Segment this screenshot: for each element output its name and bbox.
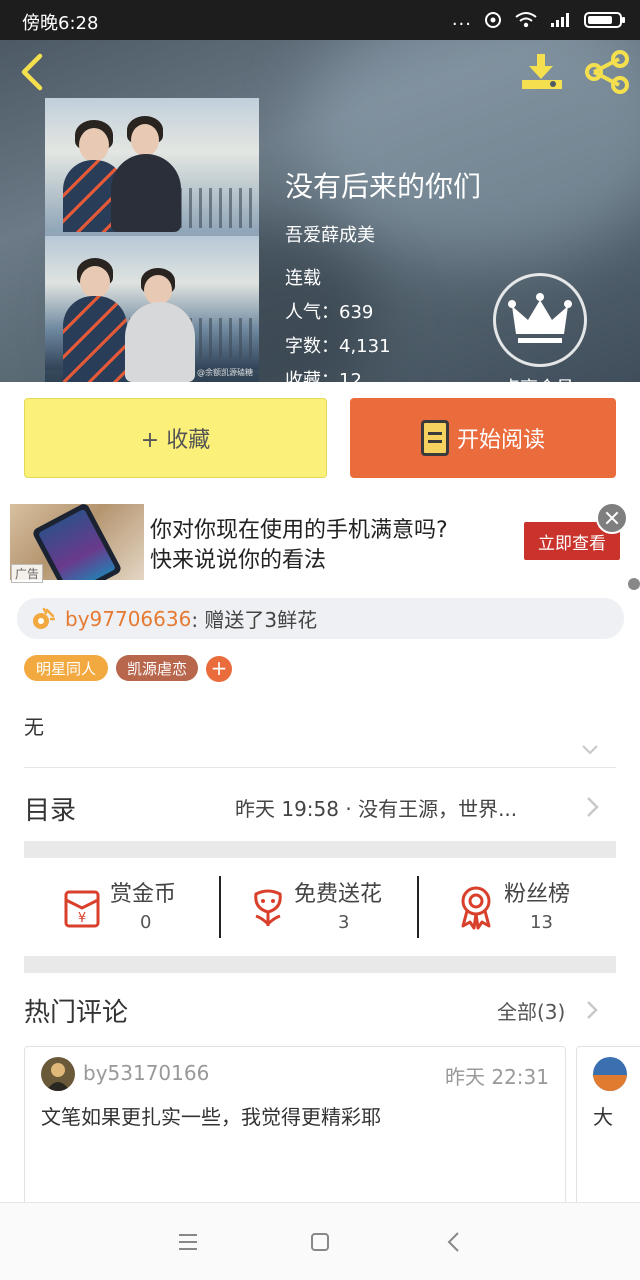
book-word-count: 字数：4,131 <box>285 336 391 357</box>
comment-card[interactable]: 大 <box>576 1046 640 1216</box>
start-reading-button[interactable]: 开始阅读 <box>350 398 616 478</box>
back-icon[interactable] <box>438 1225 472 1259</box>
favorite-label: + 收藏 <box>140 428 211 453</box>
gift-notice: by97706636 : 赠送了3鲜花 <box>17 598 624 639</box>
cover-watermark: @余额凯源磕糖 <box>197 368 253 377</box>
gift-message: : 赠送了3鲜花 <box>191 608 318 632</box>
stat-value: 0 <box>140 912 152 933</box>
book-icon <box>420 420 449 456</box>
ad-info-icon[interactable] <box>628 578 640 590</box>
book-favorites: 收藏：12 <box>285 370 362 382</box>
battery-icon <box>584 11 625 28</box>
wifi-icon <box>515 11 537 27</box>
svg-text:¥: ¥ <box>78 911 86 926</box>
comments-title: 热门评论 <box>24 998 129 1028</box>
share-icon[interactable] <box>584 50 630 94</box>
divider <box>24 767 616 768</box>
start-reading-label: 开始阅读 <box>456 428 545 453</box>
section-separator <box>24 956 616 973</box>
stat-label: 免费送花 <box>294 882 383 907</box>
status-icons: ... <box>451 9 625 30</box>
comment-user[interactable]: by53170166 <box>83 1061 209 1085</box>
status-bar: 傍晚6:28 ... <box>0 0 640 40</box>
flower-icon <box>254 889 282 927</box>
tag-chip[interactable]: 明星同人 <box>24 655 108 681</box>
send-flowers-button[interactable]: 免费送花 3 <box>248 876 408 938</box>
close-icon[interactable] <box>596 502 628 534</box>
comment-text: 文笔如果更扎实一些，我觉得更精彩耶 <box>41 1105 381 1129</box>
chevron-right-icon[interactable] <box>582 795 602 819</box>
comments-all-link[interactable]: 全部(3) <box>497 996 565 1025</box>
book-status: 连载 <box>285 268 321 289</box>
stat-value: 13 <box>530 912 553 933</box>
stat-label: 粉丝榜 <box>504 882 571 907</box>
red-envelope-icon: ¥ <box>64 890 100 928</box>
ad-tag: 广告 <box>11 564 44 583</box>
book-cover[interactable]: @余额凯源磕糖 <box>45 98 259 382</box>
menu-icon[interactable] <box>171 1225 205 1259</box>
book-title: 没有后来的你们 <box>285 170 482 203</box>
reward-coins-button[interactable]: ¥ 赏金币 0 <box>60 876 210 938</box>
fan-ranking-button[interactable]: 粉丝榜 13 <box>456 876 596 938</box>
avatar[interactable] <box>41 1057 75 1091</box>
medal-icon <box>461 886 491 930</box>
book-author[interactable]: 吾爱薛成美 <box>285 221 375 247</box>
toc-label[interactable]: 目录 <box>24 790 76 827</box>
flower-gift-icon <box>33 607 55 629</box>
more-dots-icon: ... <box>451 9 472 30</box>
gift-user[interactable]: by97706636 <box>65 607 191 631</box>
hotspot-icon <box>485 11 501 28</box>
status-time: 傍晚6:28 <box>22 13 99 34</box>
comment-text: 大 <box>593 1105 613 1129</box>
avatar[interactable] <box>593 1057 627 1091</box>
comment-time: 昨天 22:31 <box>445 1065 549 1089</box>
stat-label: 赏金币 <box>110 882 177 907</box>
chevron-down-icon[interactable] <box>581 741 599 759</box>
add-tag-button[interactable]: + <box>206 656 232 682</box>
section-separator <box>24 841 616 858</box>
cell-signal-icon <box>551 12 569 27</box>
vip-crown-button[interactable] <box>493 273 587 367</box>
comment-card[interactable]: by53170166 昨天 22:31 文笔如果更扎实一些，我觉得更精彩耶 <box>24 1046 566 1216</box>
home-icon[interactable] <box>303 1225 337 1259</box>
stat-value: 3 <box>338 912 350 933</box>
divider <box>219 876 221 938</box>
tag-chip[interactable]: 凯源虐恋 <box>116 655 198 681</box>
system-nav-bar <box>0 1202 640 1280</box>
download-icon[interactable] <box>520 52 564 92</box>
book-description: 无 <box>24 715 44 739</box>
divider <box>417 876 419 938</box>
favorite-button[interactable]: + 收藏 <box>24 398 327 478</box>
toc-latest-chapter[interactable]: 昨天 19:58 · 没有王源，世界... <box>235 793 517 822</box>
back-arrow-icon[interactable] <box>14 52 50 92</box>
book-header: @余额凯源磕糖 没有后来的你们 吾爱薛成美 连载 人气：639 字数：4,131… <box>0 40 640 382</box>
ad-headline: 你对你现在使用的手机满意吗? <box>150 518 448 543</box>
chevron-right-icon[interactable] <box>584 999 600 1021</box>
vip-label[interactable]: 点亮会员 <box>502 374 574 382</box>
crown-icon <box>508 293 572 343</box>
book-popularity: 人气：639 <box>285 302 374 323</box>
ad-subline: 快来说说你的看法 <box>150 548 327 573</box>
